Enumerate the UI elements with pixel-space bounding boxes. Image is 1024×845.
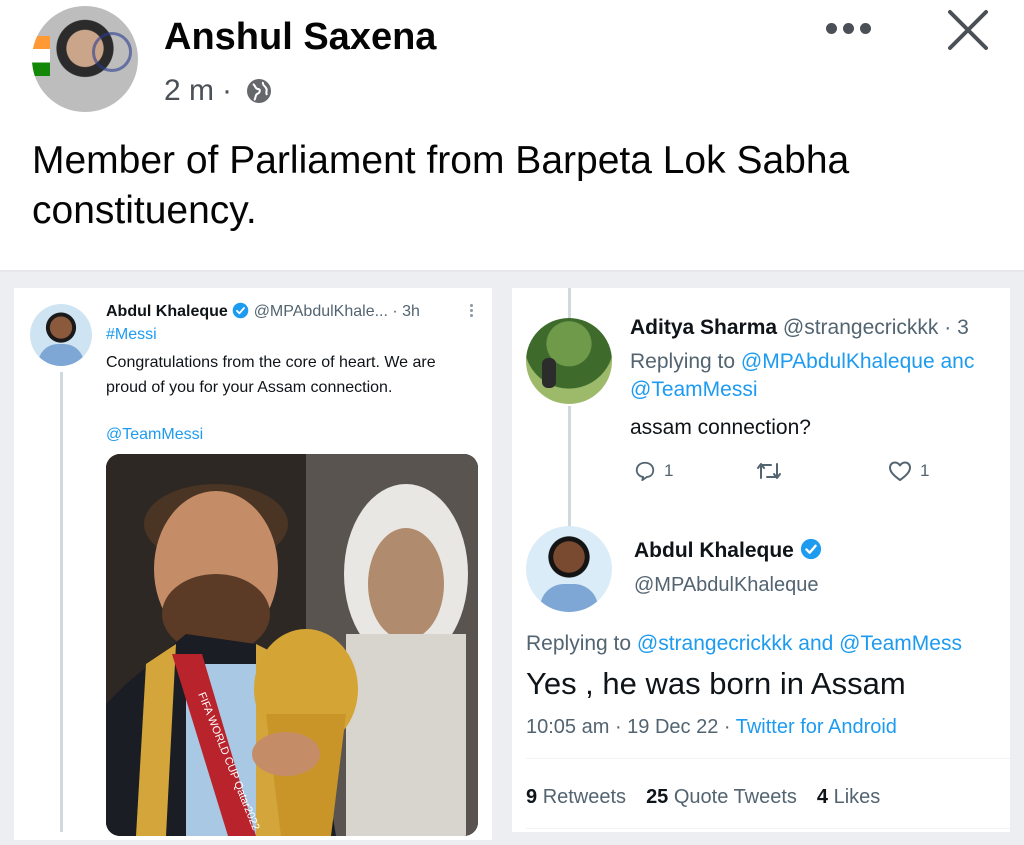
- tweet-body: Congratulations from the core of heart. …: [106, 354, 436, 396]
- like-action: 1: [888, 460, 929, 482]
- divider: [526, 758, 1010, 759]
- tweet-hashtag: #Messi: [106, 326, 157, 343]
- tweet-stats: 9 Retweets 25 Quote Tweets 4 Likes: [526, 786, 880, 809]
- likes-stat: 4 Likes: [817, 786, 880, 809]
- verified-badge-icon: [232, 302, 249, 319]
- thread-line: [60, 372, 63, 832]
- quotes-count: 25: [646, 786, 669, 808]
- close-icon[interactable]: [944, 6, 992, 54]
- retweets-count: 9: [526, 786, 538, 808]
- avatar[interactable]: [32, 6, 138, 112]
- tweet-card-right: Aditya Sharma @strangecrickkk · 3 Replyi…: [512, 288, 1010, 832]
- reply-count: 1: [664, 461, 674, 480]
- post-meta: 2 m ·: [164, 74, 274, 108]
- tweet-author-name: Abdul Khaleque: [106, 303, 228, 320]
- reply-actions: 1 1: [630, 460, 1010, 490]
- quotes-label: Quote Tweets: [673, 786, 797, 808]
- replying-prefix: Replying to: [526, 632, 637, 655]
- flag-graphic: [32, 36, 50, 76]
- tweet-card-left: Abdul Khaleque @MPAbdulKhale... · 3h #Me…: [14, 288, 492, 840]
- tweet-time: · 3h: [392, 303, 420, 320]
- reply-bubble-icon: [635, 461, 655, 482]
- reply-action: 1: [634, 460, 673, 482]
- likes-label: Likes: [833, 786, 881, 808]
- author-name[interactable]: Anshul Saxena: [164, 16, 436, 59]
- globe-icon: [247, 79, 272, 103]
- tweet-avatar: [30, 304, 92, 366]
- heart-icon: [889, 461, 911, 481]
- main-tweet-author-name: Abdul Khaleque: [634, 539, 794, 562]
- replying-to-link: @MPAbdulKhaleque anc: [740, 350, 975, 373]
- reply-author: Aditya Sharma @strangecrickkk · 3: [630, 316, 1010, 340]
- quotes-stat: 25 Quote Tweets: [646, 786, 797, 809]
- post-header: Anshul Saxena 2 m ·: [0, 0, 1024, 130]
- retweet-action: [756, 460, 782, 482]
- reply-text: assam connection?: [630, 416, 811, 439]
- retweets-stat: 9 Retweets: [526, 786, 626, 809]
- replying-to-link-2: @TeamMessi: [630, 378, 758, 401]
- tweet-author-handle: @MPAbdulKhale...: [253, 303, 388, 320]
- reply-replying-to: Replying to @MPAbdulKhaleque anc: [630, 346, 1010, 378]
- retweet-icon: [757, 463, 781, 479]
- tweet-source: Twitter for Android: [735, 716, 897, 738]
- like-count: 1: [920, 461, 930, 480]
- main-tweet-text: Yes , he was born in Assam: [526, 666, 906, 701]
- meta-separator: ·: [222, 74, 233, 107]
- verified-badge-icon: [800, 538, 821, 560]
- post-image[interactable]: Abdul Khaleque @MPAbdulKhale... · 3h #Me…: [0, 272, 1024, 845]
- timestamp-text: 10:05 am · 19 Dec 22 ·: [526, 716, 736, 738]
- tweet-author: Abdul Khaleque @MPAbdulKhale... · 3h: [106, 302, 420, 321]
- more-vertical-icon: [470, 304, 474, 320]
- chakra-graphic: [92, 32, 132, 72]
- tweet-photo: FIFA WORLD CUP Qatar2022: [106, 454, 478, 836]
- main-tweet-replying-to: Replying to @strangecrickkk and @TeamMes…: [526, 632, 1010, 656]
- messi-trophy-photo: FIFA WORLD CUP Qatar2022: [106, 454, 478, 836]
- post-time[interactable]: 2 m: [164, 74, 214, 108]
- likes-count: 4: [816, 786, 829, 808]
- replying-prefix: Replying to: [630, 350, 741, 373]
- reply-author-handle: @strangecrickkk · 3: [782, 316, 969, 339]
- tweet-mention: @TeamMessi: [106, 426, 204, 443]
- more-options-icon[interactable]: [826, 18, 874, 38]
- divider: [526, 828, 1010, 829]
- main-tweet-avatar: [526, 526, 612, 612]
- main-tweet-author: Abdul Khaleque: [634, 538, 822, 563]
- reply-author-name: Aditya Sharma: [630, 316, 778, 339]
- thread-line: [568, 406, 571, 532]
- reply-avatar: [526, 318, 612, 404]
- post-text: Member of Parliament from Barpeta Lok Sa…: [32, 139, 850, 232]
- main-tweet-timestamp: 10:05 am · 19 Dec 22 · Twitter for Andro…: [526, 716, 897, 739]
- main-tweet-handle: @MPAbdulKhaleque: [634, 574, 819, 596]
- retweets-label: Retweets: [542, 786, 627, 808]
- replying-to-link: @strangecrickkk and @TeamMess: [636, 632, 962, 655]
